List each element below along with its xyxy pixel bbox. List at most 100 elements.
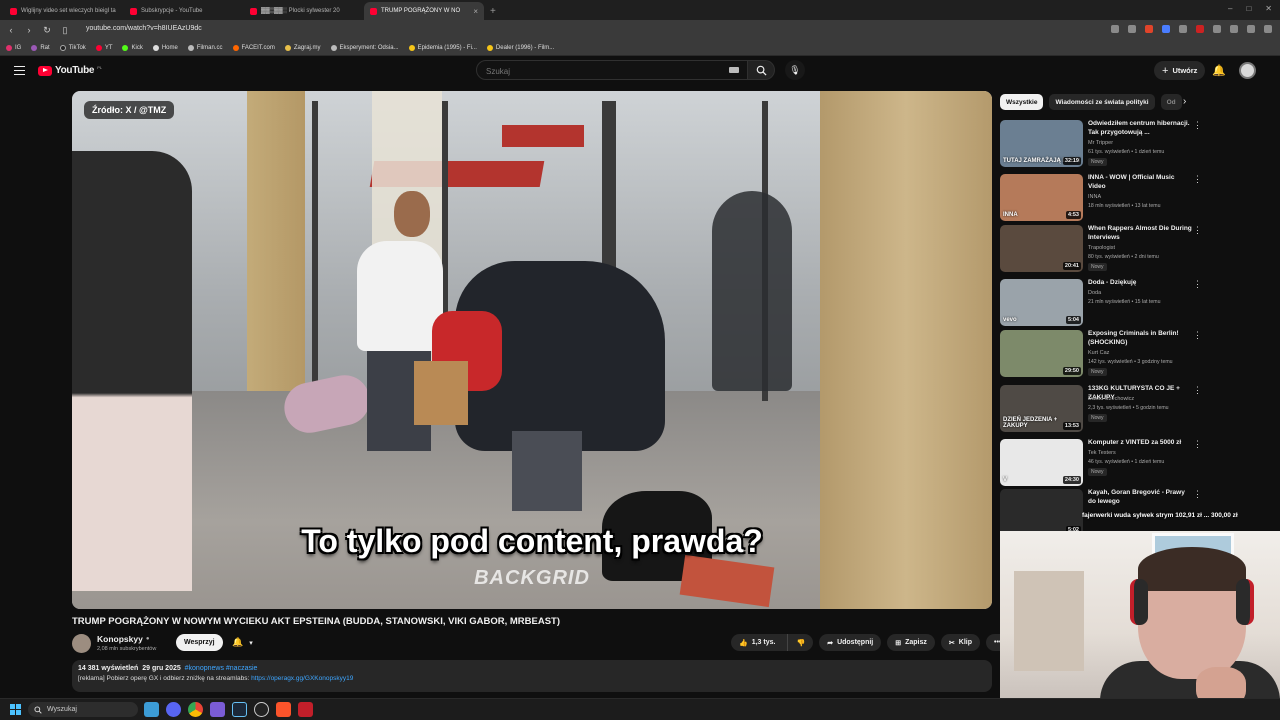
video-thumbnail[interactable]: 5:02: [1000, 489, 1083, 536]
new-tab-icon[interactable]: +: [484, 6, 502, 20]
browser-tab[interactable]: ▓▓▒▓▓░ Plocki sylwester 20: [244, 2, 364, 20]
brave-icon[interactable]: [276, 702, 291, 717]
more-vert-icon[interactable]: ⋮: [1193, 439, 1202, 450]
video-thumbnail[interactable]: TUTAJ ZAMRAŻAJĄ LUDZI 32:19: [1000, 120, 1083, 167]
recommended-channel[interactable]: Mr Tripper: [1088, 140, 1113, 146]
recommended-video-title[interactable]: Kayah, Goran Bregović - Prawy do lewego: [1088, 489, 1192, 507]
notifications-bell-icon[interactable]: 🔔: [1212, 64, 1226, 77]
search-button[interactable]: [748, 60, 775, 80]
bookmark-page-icon[interactable]: ▯: [60, 25, 70, 36]
chrome-icon[interactable]: [188, 702, 203, 717]
discord-icon[interactable]: [166, 702, 181, 717]
more-vert-icon[interactable]: ⋮: [1193, 330, 1202, 341]
recommended-video-title[interactable]: When Rappers Almost Die During Interview…: [1088, 225, 1192, 243]
steam-icon[interactable]: [232, 702, 247, 717]
recommended-video[interactable]: 29:50 Exposing Criminals in Berlin! (SHOC…: [1000, 330, 1202, 380]
youtube-logo[interactable]: YouTube PL: [38, 65, 102, 76]
support-button[interactable]: Wesprzyj: [176, 634, 223, 651]
chip-all[interactable]: Wszystkie: [1000, 94, 1044, 110]
browser-tab-active[interactable]: TRUMP POGRĄŻONY W NO ×: [364, 2, 484, 20]
more-vert-icon[interactable]: ⋮: [1193, 120, 1202, 131]
video-thumbnail[interactable]: DZIEŃ JEDZENIA + ZAKUPY 13:53: [1000, 385, 1083, 432]
keyboard-icon[interactable]: [729, 67, 739, 73]
chevron-right-icon[interactable]: ›: [1183, 96, 1186, 107]
video-thumbnail[interactable]: vevo 5:04: [1000, 279, 1083, 326]
recommended-video-title[interactable]: Odwiedziłem centrum hibernacji. Tak przy…: [1088, 120, 1192, 138]
more-vert-icon[interactable]: ⋮: [1193, 489, 1202, 500]
bookmark[interactable]: Home: [152, 44, 178, 51]
channel-name[interactable]: Konopskyy ●: [97, 634, 149, 644]
extension-icon[interactable]: [1162, 25, 1170, 33]
recommended-video[interactable]: 20:41 When Rappers Almost Die During Inte…: [1000, 225, 1202, 275]
minimize-icon[interactable]: –: [1228, 4, 1232, 13]
close-tab-icon[interactable]: ×: [473, 7, 478, 16]
recommended-video-title[interactable]: Exposing Criminals in Berlin! (SHOCKING): [1088, 330, 1192, 348]
extension-icon[interactable]: [1128, 25, 1136, 33]
feather-app-icon[interactable]: [210, 702, 225, 717]
video-description[interactable]: 14 381 wyświetleń 29 gru 2025 #konopnews…: [72, 660, 992, 692]
forward-icon[interactable]: ›: [24, 25, 34, 35]
video-thumbnail[interactable]: 20:41: [1000, 225, 1083, 272]
browser-tab[interactable]: Wiglijny video set wieczych bieigl ta: [4, 2, 124, 20]
video-player[interactable]: Źródło: X / @TMZ To tylko pod content, p…: [72, 91, 992, 609]
download-icon[interactable]: [1230, 25, 1238, 33]
voice-search-button[interactable]: 🎙: [785, 60, 805, 80]
recommended-video[interactable]: TUTAJ ZAMRAŻAJĄ LUDZI 32:19 Odwiedziłem ce…: [1000, 120, 1202, 170]
browser-tab[interactable]: Subskrypcje - YouTube: [124, 2, 244, 20]
like-button[interactable]: 👍 1,3 tys.: [731, 634, 783, 651]
bookmark[interactable]: TikTok: [59, 44, 86, 51]
more-vert-icon[interactable]: ⋮: [1193, 279, 1202, 290]
bookmark[interactable]: Epidemia (1995) - Fi...: [408, 44, 477, 51]
recommended-video-title[interactable]: INNA - WOW | Official Music Video: [1088, 174, 1192, 192]
extension-icon[interactable]: [1179, 25, 1187, 33]
recommended-channel[interactable]: INNA: [1088, 194, 1101, 200]
dislike-button[interactable]: 👎: [787, 634, 813, 651]
recommended-video-title[interactable]: Komputer z VINTED za 5000 zł: [1088, 439, 1192, 448]
hashtags[interactable]: #konopnews #naczasie: [185, 665, 258, 672]
bookmark[interactable]: IG: [6, 44, 21, 51]
more-vert-icon[interactable]: ⋮: [1193, 174, 1202, 185]
extension-icon[interactable]: [1111, 25, 1119, 33]
recommended-channel[interactable]: Kurt Caz: [1088, 350, 1109, 356]
account-avatar[interactable]: [1239, 62, 1256, 79]
menu-icon[interactable]: [1264, 25, 1272, 33]
youtube-app-icon[interactable]: [298, 702, 313, 717]
obs-icon[interactable]: [254, 702, 269, 717]
search-input[interactable]: [477, 62, 717, 81]
video-thumbnail[interactable]: 29:50: [1000, 330, 1083, 377]
channel-avatar[interactable]: [72, 634, 91, 653]
bookmark[interactable]: Kick: [122, 44, 143, 51]
video-thumbnail[interactable]: INNA 4:53: [1000, 174, 1083, 221]
recommended-video[interactable]: INNA 4:53 INNA - WOW | Official Music Vide…: [1000, 174, 1202, 224]
recommended-channel[interactable]: Trapologist: [1088, 245, 1115, 251]
bookmark[interactable]: Eksperyment: Odsia...: [330, 44, 399, 51]
video-thumbnail[interactable]: V 24:30: [1000, 439, 1083, 486]
recommended-video[interactable]: DZIEŃ JEDZENIA + ZAKUPY 13:53 133KG KULTUR…: [1000, 385, 1202, 435]
task-view-icon[interactable]: [144, 702, 159, 717]
bookmark[interactable]: YT: [95, 44, 112, 51]
brave-shield-icon[interactable]: [1145, 25, 1153, 33]
maximize-icon[interactable]: □: [1246, 4, 1251, 13]
url-field[interactable]: youtube.com/watch?v=h8IUEAzU9dc: [86, 25, 202, 32]
share-button[interactable]: ➦ Udostępnij: [819, 634, 882, 651]
back-icon[interactable]: ‹: [6, 25, 16, 35]
windows-start-icon[interactable]: [10, 704, 21, 715]
taskbar-search[interactable]: Wyszukaj: [28, 702, 138, 717]
bookmark[interactable]: FACEIT.com: [232, 44, 275, 51]
reload-icon[interactable]: ↻: [42, 25, 52, 36]
bookmark[interactable]: Filman.cc: [187, 44, 223, 51]
save-button[interactable]: ⊞ Zapisz: [887, 634, 935, 651]
recommended-channel[interactable]: Dawid Czechowicz: [1088, 396, 1134, 402]
recommended-video[interactable]: vevo 5:04 Doda - Dziękuję Doda 21 mln wyświe…: [1000, 279, 1202, 329]
create-button[interactable]: + Utwórz: [1154, 61, 1206, 80]
extension-icon[interactable]: [1196, 25, 1204, 33]
recommended-channel[interactable]: Doda: [1088, 290, 1101, 296]
more-vert-icon[interactable]: ⋮: [1193, 385, 1202, 396]
chip-politics[interactable]: Wiadomości ze świata polityki: [1049, 94, 1155, 110]
bookmark[interactable]: Dealer (1996) - Film...: [486, 44, 554, 51]
recommended-video[interactable]: V 24:30 Komputer z VINTED za 5000 zł Tek Te…: [1000, 439, 1202, 489]
recommended-channel[interactable]: Tek Testers: [1088, 450, 1116, 456]
more-vert-icon[interactable]: ⋮: [1193, 225, 1202, 236]
bookmark[interactable]: Zagraj.my: [284, 44, 321, 51]
recommended-video-title[interactable]: Doda - Dziękuję: [1088, 279, 1192, 288]
